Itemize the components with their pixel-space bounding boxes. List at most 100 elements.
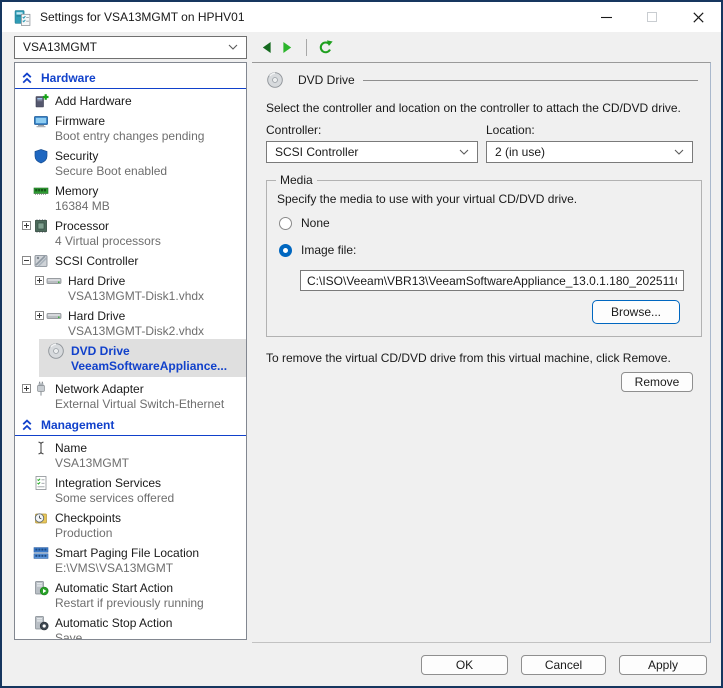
sidebar-item-smart-paging[interactable]: Smart Paging File Location [15,544,246,561]
sidebar-subtext: Boot entry changes pending [55,129,246,144]
media-legend: Media [276,173,317,187]
remove-instruction-text: To remove the virtual CD/DVD drive from … [266,351,698,365]
dvd-drive-icon [266,71,284,89]
apply-button[interactable]: Apply [619,655,707,675]
section-header-hardware[interactable]: Hardware [15,68,246,89]
hard-drive-icon [46,273,62,289]
sidebar-item-name[interactable]: Name [15,439,246,456]
minimize-icon [601,12,612,23]
navigate-back-button[interactable] [261,41,272,54]
expand-plus-icon[interactable] [19,221,33,230]
close-button[interactable] [675,2,721,32]
remove-button[interactable]: Remove [621,372,693,392]
chevron-down-icon [459,149,469,155]
controller-select-value: SCSI Controller [275,145,358,159]
collapse-chevrons-icon [22,72,32,84]
radio-none[interactable]: None [279,216,691,230]
window-title: Settings for VSA13MGMT on HPHV01 [40,10,245,24]
hard-drive-icon [46,308,62,324]
sidebar-item-checkpoints[interactable]: Checkpoints [15,509,246,526]
titlebar: Settings for VSA13MGMT on HPHV01 [2,2,721,32]
auto-stop-action-icon [33,615,49,631]
shield-icon [33,148,49,164]
hardware-tree: Hardware Add Hardware Firmware Boot entr… [14,62,247,640]
sidebar-subtext: E:\VMS\VSA13MGMT [55,561,246,576]
panel-title: DVD Drive [298,73,355,87]
sidebar-item-security[interactable]: Security [15,147,246,164]
sidebar-subtext: VSA13MGMT-Disk2.vhdx [68,324,246,339]
smart-paging-icon [33,545,49,561]
sidebar-item-auto-stop-action[interactable]: Automatic Stop Action [15,614,246,631]
integration-services-icon [33,475,49,491]
sidebar-subtext: 16384 MB [55,199,246,214]
sidebar-item-network-adapter[interactable]: Network Adapter [15,380,246,397]
toolbar: VSA13MGMT [2,32,721,62]
forward-arrow-icon [282,41,293,54]
maximize-button-disabled [629,2,675,32]
ok-button[interactable]: OK [421,655,508,675]
name-ibeam-icon [33,440,49,456]
navigate-forward-button[interactable] [282,41,293,54]
maximize-icon [647,12,657,22]
radio-image-file-circle-checked[interactable] [279,244,292,257]
dialog-footer: OK Cancel Apply [2,655,707,675]
refresh-button[interactable] [318,40,333,55]
vm-selector[interactable]: VSA13MGMT [14,36,247,59]
radio-none-circle[interactable] [279,217,292,230]
scsi-controller-icon [33,253,49,269]
sidebar-item-firmware[interactable]: Firmware [15,112,246,129]
radio-none-label: None [301,216,330,230]
sidebar-item-processor[interactable]: Processor [15,217,246,234]
sidebar-subtext: Production [55,526,246,541]
sidebar-item-memory[interactable]: Memory [15,182,246,199]
firmware-icon [33,113,49,129]
section-header-management[interactable]: Management [15,415,246,436]
image-file-input[interactable] [300,270,684,291]
sidebar-item-hard-drive-2[interactable]: Hard Drive [15,307,246,324]
network-adapter-icon [33,381,49,397]
media-description: Specify the media to use with your virtu… [277,192,691,206]
minimize-button[interactable] [583,2,629,32]
settings-window: Settings for VSA13MGMT on HPHV01 VSA13MG… [0,0,723,688]
controller-label: Controller: [266,123,478,137]
hyperv-settings-icon [14,9,31,26]
panel-intro-text: Select the controller and location on th… [266,101,698,115]
header-rule [363,80,698,81]
chevron-down-icon [674,149,684,155]
sidebar-subtext: VSA13MGMT-Disk1.vhdx [68,289,246,304]
panel-header: DVD Drive [266,71,698,89]
radio-image-file[interactable]: Image file: [279,243,691,257]
cancel-button[interactable]: Cancel [521,655,606,675]
sidebar-subtext: Secure Boot enabled [55,164,246,179]
processor-icon [33,218,49,234]
controller-select[interactable]: SCSI Controller [266,141,478,163]
refresh-icon [318,40,333,55]
media-groupbox: Media Specify the media to use with your… [266,173,702,337]
add-hardware-icon [33,93,49,109]
back-arrow-icon [261,41,272,54]
sidebar-subtext: External Virtual Switch-Ethernet [55,397,246,412]
dvd-drive-settings-panel: DVD Drive Select the controller and loca… [252,62,711,643]
sidebar-subtext: Some services offered [55,491,246,506]
expand-plus-icon[interactable] [32,311,46,320]
sidebar-subtext: VSA13MGMT [55,456,246,471]
expand-plus-icon[interactable] [32,276,46,285]
radio-image-file-label: Image file: [301,243,356,257]
dvd-drive-icon [47,342,65,360]
sidebar-item-auto-start-action[interactable]: Automatic Start Action [15,579,246,596]
close-icon [693,12,704,23]
sidebar-subtext: 4 Virtual processors [55,234,246,249]
sidebar-item-hard-drive-1[interactable]: Hard Drive [15,272,246,289]
memory-icon [33,183,49,199]
sidebar-item-add-hardware[interactable]: Add Hardware [15,92,246,109]
sidebar-item-scsi-controller[interactable]: SCSI Controller [15,252,246,269]
collapse-minus-icon[interactable] [19,256,33,265]
vm-selector-value: VSA13MGMT [23,40,97,54]
sidebar-item-dvd-drive-selected[interactable]: DVD Drive VeeamSoftwareAppliance... [39,339,246,377]
sidebar-subtext: Restart if previously running [55,596,246,611]
location-select[interactable]: 2 (in use) [486,141,693,163]
checkpoints-icon [33,510,49,526]
browse-button[interactable]: Browse... [592,300,680,324]
expand-plus-icon[interactable] [19,384,33,393]
sidebar-item-integration-services[interactable]: Integration Services [15,474,246,491]
